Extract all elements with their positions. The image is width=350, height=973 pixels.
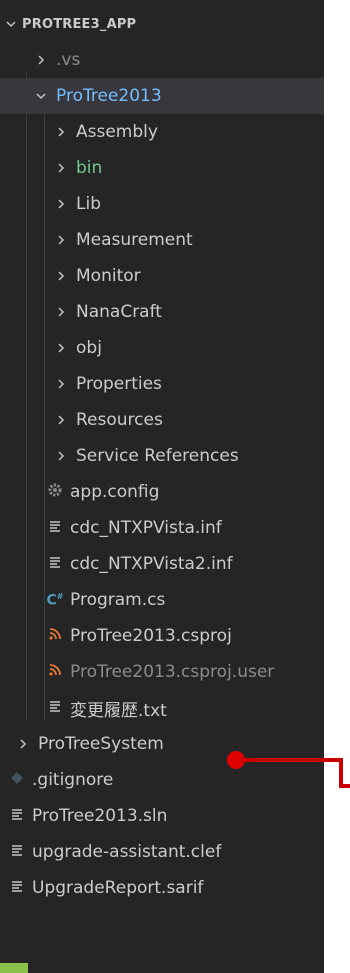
- tree-folder-bin[interactable]: bin: [0, 150, 324, 186]
- chevron-right-icon: [52, 414, 70, 426]
- tree-file-program-cs[interactable]: C# Program.cs: [0, 582, 324, 618]
- chevron-right-icon: [52, 270, 70, 282]
- tree-folder-measurement[interactable]: Measurement: [0, 222, 324, 258]
- chevron-right-icon: [52, 162, 70, 174]
- tree-item-label: cdc_NTXPVista.inf: [70, 518, 222, 538]
- csharp-file-icon: C#: [46, 591, 64, 609]
- chevron-right-icon: [52, 450, 70, 462]
- tree-item-label: Monitor: [76, 266, 141, 286]
- tree-item-label: Lib: [76, 194, 101, 214]
- rss-icon: [46, 627, 64, 645]
- tree-item-label: 変更履歴.txt: [70, 700, 167, 721]
- tree-folder-properties[interactable]: Properties: [0, 366, 324, 402]
- text-file-icon: [8, 843, 26, 861]
- tree-item-label: upgrade-assistant.clef: [32, 842, 222, 862]
- chevron-right-icon: [52, 342, 70, 354]
- text-file-icon: [8, 807, 26, 825]
- tree-folder-nanacraft[interactable]: NanaCraft: [0, 294, 324, 330]
- rss-icon: [46, 663, 64, 681]
- tree-file-cdc-ntxpvista-inf[interactable]: cdc_NTXPVista.inf: [0, 510, 324, 546]
- root-folder-label: PROTREE3_APP: [22, 16, 137, 32]
- tree-item-label: bin: [76, 158, 103, 178]
- tree-item-label: Program.cs: [70, 590, 166, 610]
- chevron-right-icon: [52, 126, 70, 138]
- text-file-icon: [46, 699, 64, 717]
- tree-file-upgrade-assistant-clef[interactable]: upgrade-assistant.clef: [0, 834, 324, 870]
- tree-item-label: Measurement: [76, 230, 193, 250]
- tree-folder-monitor[interactable]: Monitor: [0, 258, 324, 294]
- tree-item-label: ProTree2013.csproj: [70, 626, 232, 646]
- chevron-down-icon: [4, 18, 18, 30]
- tree-folder-protreesystem[interactable]: ProTreeSystem: [0, 726, 324, 762]
- tree-item-label: Assembly: [76, 122, 158, 142]
- tree-file-app-config[interactable]: app.config: [0, 474, 324, 510]
- tree-folder-assembly[interactable]: Assembly: [0, 114, 324, 150]
- tree-item-label: Service References: [76, 446, 239, 466]
- explorer-root-folder[interactable]: PROTREE3_APP: [0, 6, 324, 42]
- tree-item-label: .vs: [56, 50, 81, 70]
- tree-folder-service-references[interactable]: Service References: [0, 438, 324, 474]
- chevron-down-icon: [32, 90, 50, 102]
- gear-icon: [46, 482, 64, 502]
- tree-file-protree2013-csproj[interactable]: ProTree2013.csproj: [0, 618, 324, 654]
- tree-item-label: UpgradeReport.sarif: [32, 878, 204, 898]
- file-explorer: PROTREE3_APP .vs ProTree2013 Assembly bi…: [0, 0, 324, 973]
- tree-file-upgradereport-sarif[interactable]: UpgradeReport.sarif: [0, 870, 324, 906]
- tree-item-label: ProTree2013: [56, 86, 162, 106]
- chevron-right-icon: [52, 306, 70, 318]
- tree-file-cdc-ntxpvista2-inf[interactable]: cdc_NTXPVista2.inf: [0, 546, 324, 582]
- tree-folder-lib[interactable]: Lib: [0, 186, 324, 222]
- tree-item-label: ProTree2013.csproj.user: [70, 662, 275, 682]
- tree-item-label: Properties: [76, 374, 162, 394]
- chevron-right-icon: [14, 738, 32, 750]
- chevron-right-icon: [32, 54, 50, 66]
- tree-item-label: ProTree2013.sln: [32, 806, 168, 826]
- chevron-right-icon: [52, 198, 70, 210]
- chevron-right-icon: [52, 378, 70, 390]
- text-file-icon: [46, 519, 64, 537]
- tree-folder-vs[interactable]: .vs: [0, 42, 324, 78]
- text-file-icon: [46, 555, 64, 573]
- annotation-line: [240, 758, 343, 762]
- corner-accent: [0, 963, 28, 973]
- tree-file-changelog-txt[interactable]: 変更履歴.txt: [0, 690, 324, 726]
- tree-item-label: Resources: [76, 410, 163, 430]
- tree-item-label: cdc_NTXPVista2.inf: [70, 554, 233, 574]
- text-file-icon: [8, 879, 26, 897]
- tree-item-label: ProTreeSystem: [38, 734, 164, 754]
- chevron-right-icon: [52, 234, 70, 246]
- tree-file-gitignore[interactable]: .gitignore: [0, 762, 324, 798]
- tree-folder-protree2013[interactable]: ProTree2013: [0, 78, 324, 114]
- tree-folder-resources[interactable]: Resources: [0, 402, 324, 438]
- tree-item-label: NanaCraft: [76, 302, 162, 322]
- git-diamond-icon: [8, 771, 26, 789]
- tree-item-label: obj: [76, 338, 102, 358]
- tree-item-label: .gitignore: [32, 770, 114, 790]
- tree-file-protree2013-csproj-user[interactable]: ProTree2013.csproj.user: [0, 654, 324, 690]
- tree-item-label: app.config: [70, 482, 160, 502]
- tree-file-protree2013-sln[interactable]: ProTree2013.sln: [0, 798, 324, 834]
- annotation-line: [339, 784, 350, 788]
- tree-folder-obj[interactable]: obj: [0, 330, 324, 366]
